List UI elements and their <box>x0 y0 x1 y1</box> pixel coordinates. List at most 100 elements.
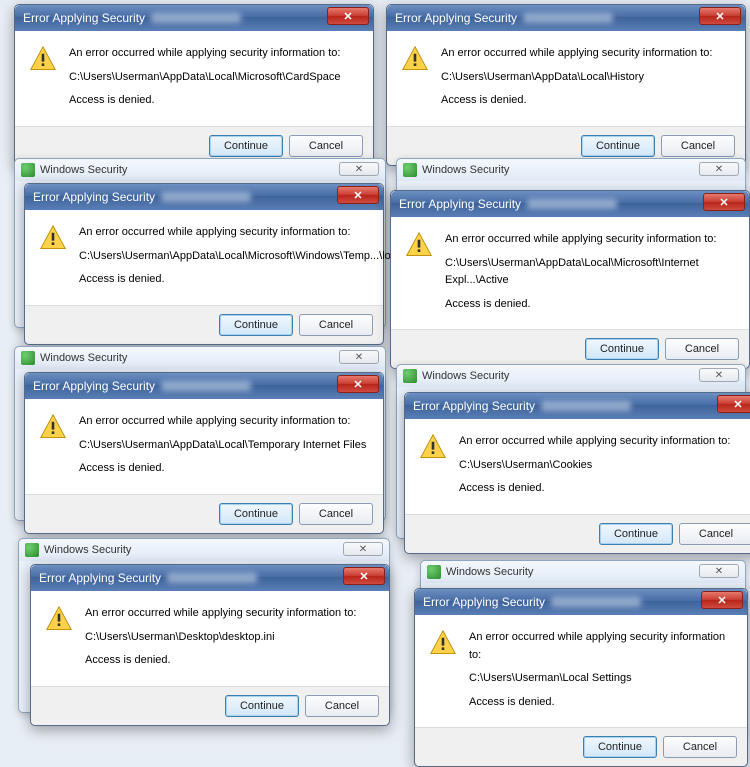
continue-button[interactable]: Continue <box>209 135 283 157</box>
dialog-body: An error occurred while applying securit… <box>25 210 383 305</box>
dialog-body: An error occurred while applying securit… <box>31 591 389 686</box>
close-icon: ✕ <box>355 352 363 363</box>
warning-icon <box>429 629 457 657</box>
dialog-title: Error Applying Security <box>33 190 155 204</box>
dialog-title: Error Applying Security <box>33 379 155 393</box>
error-dialog: Error Applying Security ✕ An error occur… <box>24 183 384 345</box>
parent-close-button[interactable]: ✕ <box>699 564 739 578</box>
close-icon: ✕ <box>717 594 726 607</box>
titlebar-blur <box>167 573 257 583</box>
dialog-titlebar[interactable]: Error Applying Security ✕ <box>15 5 373 31</box>
warning-icon <box>419 433 447 461</box>
message-intro: An error occurred while applying securit… <box>469 629 733 664</box>
cancel-button[interactable]: Cancel <box>289 135 363 157</box>
close-icon: ✕ <box>715 164 723 175</box>
dialog-footer: Continue Cancel <box>391 329 749 368</box>
dialog-titlebar[interactable]: Error Applying Security ✕ <box>25 184 383 210</box>
dialog-titlebar[interactable]: Error Applying Security ✕ <box>415 589 747 615</box>
continue-button[interactable]: Continue <box>585 338 659 360</box>
parent-titlebar[interactable]: Windows Security ✕ <box>15 347 385 369</box>
cancel-button[interactable]: Cancel <box>663 736 737 758</box>
dialog-body: An error occurred while applying securit… <box>391 217 749 329</box>
error-dialog: Error Applying Security ✕ An error occur… <box>390 190 750 369</box>
warning-icon <box>401 45 429 73</box>
parent-titlebar[interactable]: Windows Security ✕ <box>421 561 745 583</box>
dialog-message: An error occurred while applying securit… <box>441 45 712 116</box>
message-path: C:\Users\Userman\AppData\Local\Temporary… <box>79 437 366 455</box>
dialog-title: Error Applying Security <box>413 399 535 413</box>
dialog-message: An error occurred while applying securit… <box>69 45 340 116</box>
close-button[interactable]: ✕ <box>699 7 741 25</box>
close-icon: ✕ <box>715 370 723 381</box>
titlebar-blur <box>551 597 641 607</box>
dialog-titlebar[interactable]: Error Applying Security ✕ <box>405 393 750 419</box>
parent-close-button[interactable]: ✕ <box>339 162 379 176</box>
cancel-button[interactable]: Cancel <box>661 135 735 157</box>
continue-button[interactable]: Continue <box>599 523 673 545</box>
message-path: C:\Users\Userman\AppData\Local\Microsoft… <box>79 248 397 266</box>
dialog-titlebar[interactable]: Error Applying Security ✕ <box>31 565 389 591</box>
dialog-footer: Continue Cancel <box>405 514 750 553</box>
parent-title: Windows Security <box>446 566 533 578</box>
dialog-footer: Continue Cancel <box>31 686 389 725</box>
titlebar-blur <box>541 401 631 411</box>
message-intro: An error occurred while applying securit… <box>79 224 397 242</box>
parent-close-button[interactable]: ✕ <box>699 162 739 176</box>
close-button[interactable]: ✕ <box>337 186 379 204</box>
message-intro: An error occurred while applying securit… <box>69 45 340 63</box>
message-denied: Access is denied. <box>459 480 730 498</box>
dialog-titlebar[interactable]: Error Applying Security ✕ <box>391 191 749 217</box>
close-button[interactable]: ✕ <box>343 567 385 585</box>
warning-icon <box>39 224 67 252</box>
titlebar-blur <box>151 13 241 23</box>
close-icon: ✕ <box>719 196 728 209</box>
dialog-body: An error occurred while applying securit… <box>15 31 373 126</box>
dialog-titlebar[interactable]: Error Applying Security ✕ <box>25 373 383 399</box>
close-icon: ✕ <box>353 378 362 391</box>
close-button[interactable]: ✕ <box>327 7 369 25</box>
parent-titlebar[interactable]: Windows Security ✕ <box>397 159 745 181</box>
close-icon: ✕ <box>353 189 362 202</box>
close-button[interactable]: ✕ <box>337 375 379 393</box>
cancel-button[interactable]: Cancel <box>299 503 373 525</box>
parent-titlebar[interactable]: Windows Security ✕ <box>15 159 385 181</box>
dialog-message: An error occurred while applying securit… <box>79 224 397 295</box>
close-icon: ✕ <box>733 398 742 411</box>
continue-button[interactable]: Continue <box>219 314 293 336</box>
error-dialog: Error Applying Security ✕ An error occur… <box>404 392 750 554</box>
security-icon <box>25 543 39 557</box>
message-intro: An error occurred while applying securit… <box>445 231 735 249</box>
parent-close-button[interactable]: ✕ <box>343 542 383 556</box>
message-denied: Access is denied. <box>79 271 397 289</box>
continue-button[interactable]: Continue <box>225 695 299 717</box>
message-path: C:\Users\Userman\AppData\Local\Microsoft… <box>69 69 340 87</box>
error-dialog: Error Applying Security ✕ An error occur… <box>30 564 390 726</box>
error-dialog: Error Applying Security ✕ An error occur… <box>386 4 746 166</box>
message-intro: An error occurred while applying securit… <box>441 45 712 63</box>
close-button[interactable]: ✕ <box>717 395 750 413</box>
warning-icon <box>405 231 433 259</box>
parent-close-button[interactable]: ✕ <box>339 350 379 364</box>
titlebar-blur <box>161 192 251 202</box>
parent-titlebar[interactable]: Windows Security ✕ <box>19 539 389 561</box>
cancel-button[interactable]: Cancel <box>305 695 379 717</box>
message-path: C:\Users\Userman\Local Settings <box>469 670 733 688</box>
message-path: C:\Users\Userman\Desktop\desktop.ini <box>85 629 356 647</box>
cancel-button[interactable]: Cancel <box>665 338 739 360</box>
close-icon: ✕ <box>355 164 363 175</box>
warning-icon <box>45 605 73 633</box>
message-path: C:\Users\Userman\AppData\Local\Microsoft… <box>445 255 735 290</box>
parent-close-button[interactable]: ✕ <box>699 368 739 382</box>
continue-button[interactable]: Continue <box>581 135 655 157</box>
dialog-titlebar[interactable]: Error Applying Security ✕ <box>387 5 745 31</box>
cancel-button[interactable]: Cancel <box>679 523 750 545</box>
close-button[interactable]: ✕ <box>701 591 743 609</box>
message-intro: An error occurred while applying securit… <box>459 433 730 451</box>
parent-title: Windows Security <box>40 352 127 364</box>
cancel-button[interactable]: Cancel <box>299 314 373 336</box>
security-icon <box>403 369 417 383</box>
continue-button[interactable]: Continue <box>219 503 293 525</box>
parent-titlebar[interactable]: Windows Security ✕ <box>397 365 745 387</box>
close-button[interactable]: ✕ <box>703 193 745 211</box>
continue-button[interactable]: Continue <box>583 736 657 758</box>
